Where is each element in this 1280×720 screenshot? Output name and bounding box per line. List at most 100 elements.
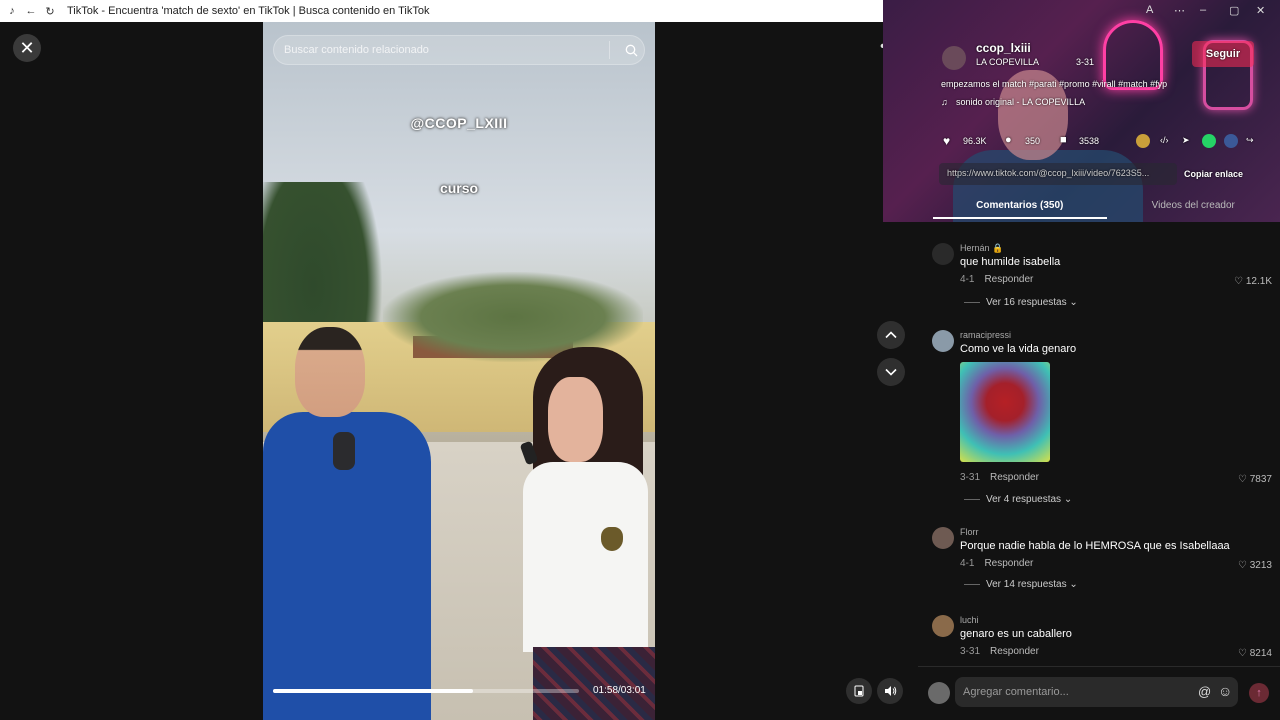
chevron-down-icon [885,368,897,376]
mention-icon[interactable]: @ [1198,684,1211,699]
comment-sticker-image[interactable] [960,362,1050,462]
avatar[interactable] [932,615,954,637]
arrow-up-icon: ↑ [1256,687,1262,699]
comment-text: genaro es un caballero [960,628,1072,640]
embed-icon[interactable]: ‹/› [1160,135,1169,145]
post-caption: empezamos el match #parati #promo #viral… [941,79,1168,89]
related-search-bar[interactable]: Buscar contenido relacionado [273,35,645,65]
reply-button[interactable]: Responder [990,472,1039,483]
reply-button[interactable]: Responder [984,558,1033,569]
video-overlay-handle: @CCOP_LXIII [410,115,508,131]
translate-icon[interactable]: A [1146,4,1153,16]
comment-meta: 3-31 Responder [960,646,1039,657]
heart-icon[interactable]: ♥ [943,134,950,148]
video-time: 01:58/03:01 [593,685,646,696]
window-close-icon[interactable]: ✕ [1256,4,1265,17]
panel-tabs: Comentarios (350) Videos del creador [933,199,1280,219]
comment-like[interactable]: ♡ 12.1K [1234,276,1272,287]
webcam-overlay [883,0,1280,222]
coin-icon[interactable] [1136,134,1150,148]
previous-video-button[interactable] [877,321,905,349]
comment-like[interactable]: ♡ 7837 [1238,474,1272,485]
comment-item: luchi genaro es un caballero 3-31 Respond… [932,615,1272,665]
save-count: 3538 [1079,136,1100,146]
view-replies-button[interactable]: Ver 16 respuestas ⌄ [964,297,1078,308]
comment-date: 4-1 [960,558,975,569]
comment-like[interactable]: ♡ 8214 [1238,648,1272,659]
music-note-icon: ♫ [941,97,948,107]
share-icon[interactable]: ↪ [1246,135,1254,146]
chevron-up-icon [885,331,897,339]
maximize-icon[interactable]: ▢ [1229,4,1239,17]
comment-input[interactable]: Agregar comentario... [955,677,1238,707]
video-overlay-caption: curso [439,180,479,196]
view-replies-button[interactable]: Ver 4 respuestas ⌄ [964,494,1072,505]
send-icon[interactable]: ➤ [1182,135,1190,146]
post-comment-button[interactable]: ↑ [1249,683,1269,703]
tab-creator-videos[interactable]: Videos del creador [1107,199,1280,219]
comment-meta: 4-1 Responder [960,558,1033,569]
floating-player-button[interactable] [846,678,872,704]
comment-user[interactable]: ramacipressi [960,330,1011,340]
video-progress-fill [273,689,473,693]
comment-like[interactable]: ♡ 3213 [1238,560,1272,571]
minimize-icon[interactable]: – [1200,4,1206,16]
close-button[interactable]: ✕ [13,34,41,62]
bookmark-icon[interactable]: ■ [1060,134,1067,146]
creator-username[interactable]: ccop_lxiii [976,41,1031,55]
related-search-input[interactable]: Buscar contenido relacionado [284,44,609,56]
comment-list: Hernán 🔒 que humilde isabella 4-1 Respond… [918,230,1280,666]
comment-text: Como ve la vida genaro [960,343,1077,355]
next-video-button[interactable] [877,358,905,386]
avatar[interactable] [932,527,954,549]
comment-meta: 4-1 Responder [960,274,1033,285]
tiktok-icon: ♪ [9,5,15,17]
copy-link-button[interactable]: Copiar enlace [1184,169,1243,179]
avatar[interactable] [932,330,954,352]
comment-composer: Agregar comentario... @ ☺ ↑ [918,666,1280,720]
emoji-icon[interactable]: ☺ [1218,683,1232,699]
whatsapp-icon[interactable] [1202,134,1216,148]
like-count: 96.3K [963,136,987,146]
creator-avatar[interactable] [942,46,966,70]
reply-button[interactable]: Responder [990,646,1039,657]
picture-in-picture-icon [854,685,864,697]
post-sound[interactable]: sonido original - LA COPEVILLA [956,97,1085,107]
post-date: 3-31 [1076,57,1095,67]
comment-item: ramacipressi Como ve la vida genaro 3-31… [932,330,1272,505]
tab-comments[interactable]: Comentarios (350) [933,199,1107,219]
view-replies-button[interactable]: Ver 14 respuestas ⌄ [964,579,1078,590]
creator-display-name: LA COPEVILLA [976,57,1040,67]
comment-icon[interactable]: ● [1005,134,1012,146]
comment-like-count: 7837 [1249,474,1272,485]
comment-like-count: 12.1K [1245,276,1272,287]
facebook-icon[interactable] [1224,134,1238,148]
comment-text: que humilde isabella [960,256,1061,268]
window-title: TikTok - Encuentra 'match de sexto' en T… [67,5,430,17]
video-player[interactable]: Buscar contenido relacionado @CCOP_LXIII… [263,22,655,720]
video-person-boy [263,327,433,720]
comment-user[interactable]: luchi [960,615,979,625]
reply-button[interactable]: Responder [984,274,1033,285]
comment-text: Porque nadie habla de lo HEMROSA que es … [960,540,1230,552]
video-progress-bar[interactable] [273,689,579,693]
comment-date: 3-31 [960,472,981,483]
post-link: https://www.tiktok.com/@ccop_lxiii/video… [939,163,1177,185]
comment-item: Florr Porque nadie habla de lo HEMROSA q… [932,527,1272,597]
search-divider [609,41,610,59]
comment-user[interactable]: Florr [960,527,979,537]
back-arrow-icon[interactable]: ← [24,4,38,18]
current-user-avatar [928,682,950,704]
avatar[interactable] [932,243,954,265]
volume-button[interactable] [877,678,903,704]
view-replies-label: Ver 16 respuestas [986,297,1067,308]
view-replies-label: Ver 14 respuestas [986,579,1067,590]
follow-button[interactable]: Seguir [1192,41,1254,67]
comment-like-count: 8214 [1249,648,1272,659]
search-icon[interactable] [618,44,644,57]
comment-date: 3-31 [960,646,981,657]
comment-user[interactable]: Hernán 🔒 [960,243,1003,254]
comment-like-count: 3213 [1249,560,1272,571]
menu-icon[interactable]: ⋯ [1174,4,1185,17]
reload-icon[interactable]: ↻ [43,4,57,18]
